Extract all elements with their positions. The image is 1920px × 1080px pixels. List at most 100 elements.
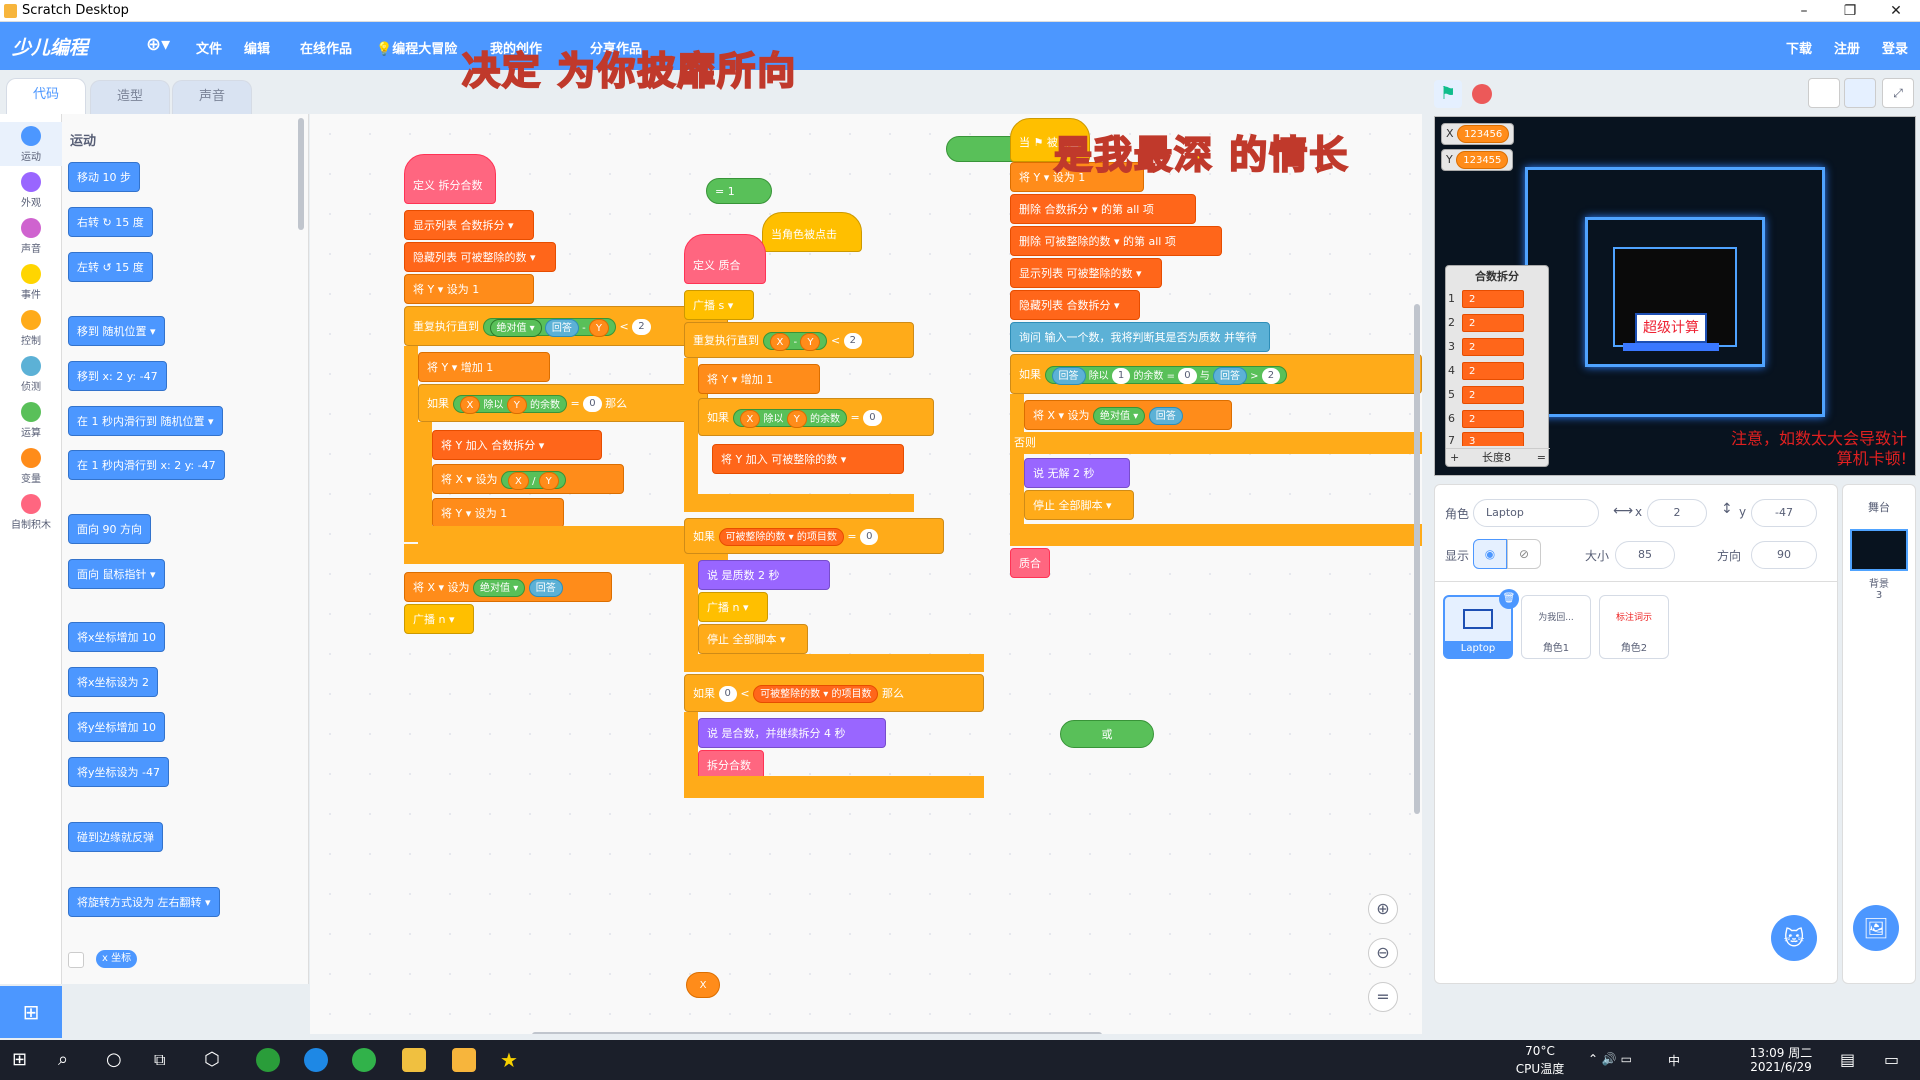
palette-block[interactable]: 移动 10 步 (68, 162, 140, 192)
hide-list-block[interactable]: 隐藏列表 可被整除的数 ▾ (404, 242, 556, 272)
answer-reporter[interactable]: 回答 (1212, 367, 1247, 385)
list-value[interactable]: 2 (1462, 338, 1524, 356)
tab-code[interactable]: 代码 (6, 78, 86, 114)
palette-block[interactable]: 左转 ↺ 15 度 (68, 252, 153, 282)
clock-time[interactable]: 13:09 周二 (1736, 1044, 1826, 1061)
if-block[interactable]: 如果 可被整除的数 ▾ 的项目数 = 0 (684, 518, 944, 554)
num-input[interactable]: 0 (860, 529, 879, 545)
abs-op[interactable]: 绝对值 ▾ 回答 - Y (482, 318, 616, 337)
palette-block[interactable]: 将x坐标增加 10 (68, 622, 166, 652)
minus-op[interactable]: X - Y (762, 332, 828, 351)
equals-op-loose[interactable]: = 1 (706, 178, 772, 204)
repeat-until-block[interactable]: 重复执行直到 绝对值 ▾ 回答 - Y < 2 (404, 306, 728, 346)
category-events[interactable]: 事件 (0, 260, 62, 304)
palette-block[interactable]: 将x坐标设为 2 (68, 667, 159, 697)
add-to-list-block[interactable]: 将 Y 加入 合数拆分 ▾ (432, 430, 602, 460)
tray-icons[interactable]: ⌃ 🔊 ▭ (1588, 1052, 1632, 1066)
palette-block[interactable]: 在 1 秒内滑行到 x: 2 y: -47 (68, 450, 225, 480)
y-monitor[interactable]: Y 123455 (1441, 149, 1514, 171)
clock-date[interactable]: 2021/6/29 (1736, 1060, 1826, 1074)
category-operators[interactable]: 运算 (0, 398, 62, 442)
num-input[interactable]: 2 (843, 333, 863, 349)
num-input[interactable]: 1 (1111, 368, 1131, 384)
tab-sounds[interactable]: 声音 (172, 80, 252, 114)
num-input[interactable]: 0 (1178, 368, 1197, 384)
show-eye-icon[interactable]: ◉ (1473, 539, 1507, 569)
palette-block[interactable]: 右转 ↻ 15 度 (68, 207, 153, 237)
workspace-h-scrollbar[interactable] (532, 1032, 1102, 1034)
num-input[interactable]: 2 (1261, 368, 1281, 384)
minimize-button[interactable]: – (1784, 0, 1824, 22)
when-sprite-clicked-block[interactable]: 当角色被点击 (762, 212, 862, 252)
if-block[interactable]: 如果 0 < 可被整除的数 ▾ 的项目数 那么 (684, 674, 984, 712)
palette-block[interactable]: 移到 随机位置 ▾ (68, 316, 165, 346)
list-value[interactable]: 2 (1462, 290, 1524, 308)
num-input[interactable]: 0 (583, 396, 602, 412)
define-block-prime[interactable]: 定义 质合 (684, 234, 766, 284)
task-view-icon[interactable]: ⧉ (154, 1048, 178, 1072)
broadcast-block[interactable]: 广播 n ▾ (404, 604, 474, 634)
define-block-split[interactable]: 定义 拆分合数 (404, 154, 496, 204)
stop-block[interactable]: 停止 全部脚本 ▾ (698, 624, 808, 654)
zoom-reset-button[interactable]: = (1368, 982, 1398, 1012)
login-link[interactable]: 登录 (1882, 38, 1908, 57)
palette-block[interactable]: 在 1 秒内滑行到 随机位置 ▾ (68, 406, 223, 436)
delete-item-block[interactable]: 删除 合数拆分 ▾ 的第 all 项 (1010, 194, 1196, 224)
add-backdrop-icon[interactable]: 🖼 (1853, 905, 1899, 951)
menu-adventure[interactable]: 💡编程大冒险 (376, 38, 457, 57)
var-x[interactable]: X (739, 410, 761, 428)
list-value[interactable]: 2 (1462, 362, 1524, 380)
list-value[interactable]: 3 (1462, 432, 1524, 446)
size-input[interactable]: 85 (1615, 541, 1675, 569)
palette-block[interactable]: 碰到边缘就反弹 (68, 822, 163, 852)
small-stage-button[interactable] (1808, 78, 1840, 108)
if-block[interactable]: 如果 X 除以 Y 的余数 = 0 (698, 398, 934, 436)
hide-eye-icon[interactable]: ⊘ (1507, 539, 1541, 569)
add-extension-button[interactable]: ⊞ (0, 986, 62, 1038)
say-block[interactable]: 说 是质数 2 秒 (698, 560, 830, 590)
abs-fn[interactable]: 绝对值 ▾ (1093, 407, 1146, 425)
app-logo[interactable]: 少儿编程 (12, 33, 88, 60)
ime-indicator[interactable]: 中 (1668, 1052, 1680, 1069)
abs-fn[interactable]: 绝对值 ▾ (473, 579, 526, 597)
sprite-thumb-2[interactable]: 标注词示 角色2 (1599, 595, 1669, 659)
y-input[interactable]: -47 (1751, 499, 1817, 527)
app-icon-2[interactable] (304, 1048, 328, 1072)
palette-block[interactable]: 移到 x: 2 y: -47 (68, 361, 167, 391)
stage-canvas[interactable]: 超级计算 X 123456 Y 123455 合数拆分 12 22 32 42 … (1434, 116, 1916, 476)
if-else-block[interactable]: 如果 回答 除以 1 的余数 = 0 与 回答 > 2 (1010, 354, 1422, 394)
category-sensing[interactable]: 侦测 (0, 352, 62, 396)
sprite-name-input[interactable]: Laptop (1473, 499, 1599, 527)
show-list-block[interactable]: 显示列表 可被整除的数 ▾ (1010, 258, 1162, 288)
broadcast-block[interactable]: 广播 s ▾ (684, 290, 754, 320)
answer-reporter[interactable]: 回答 (528, 579, 563, 597)
notification-icon[interactable]: ▤ (1840, 1048, 1864, 1072)
change-var-block[interactable]: 将 Y ▾ 增加 1 (418, 352, 550, 382)
list-monitor[interactable]: 合数拆分 12 22 32 42 52 62 73 + 长度8 = (1445, 265, 1550, 467)
palette-block[interactable]: 将旋转方式设为 左右翻转 ▾ (68, 887, 220, 917)
show-list-block[interactable]: 显示列表 合数拆分 ▾ (404, 210, 534, 240)
list-length-reporter[interactable]: 可被整除的数 ▾ 的项目数 (753, 685, 879, 703)
x-position-reporter[interactable]: x 坐标 (96, 950, 138, 968)
set-x-block[interactable]: 将 X ▾ 设为 绝对值 ▾ 回答 (1024, 400, 1232, 430)
set-var-block[interactable]: 将 Y ▾ 设为 1 (432, 498, 564, 528)
category-my-blocks[interactable]: 自制积木 (0, 490, 62, 534)
category-sound[interactable]: 声音 (0, 214, 62, 258)
var-x[interactable]: X (508, 472, 529, 490)
var-y[interactable]: Y (588, 319, 609, 337)
zoom-in-button[interactable]: ⊕ (1368, 894, 1398, 924)
sprite-thumb-1[interactable]: 为我回... 角色1 (1521, 595, 1591, 659)
and-op[interactable]: 回答 除以 1 的余数 = 0 与 回答 > 2 (1044, 366, 1288, 385)
file-explorer-icon[interactable] (402, 1048, 426, 1072)
set-x-block[interactable]: 将 X ▾ 设为 X / Y (432, 464, 624, 494)
call-prime-block[interactable]: 质合 (1010, 548, 1050, 578)
stop-block[interactable]: 停止 全部脚本 ▾ (1024, 490, 1134, 520)
delete-item-block[interactable]: 删除 可被整除的数 ▾ 的第 all 项 (1010, 226, 1222, 256)
zoom-out-button[interactable]: ⊖ (1368, 938, 1398, 968)
laptop-sprite[interactable]: 超级计算 (1635, 313, 1707, 343)
var-x[interactable]: X (459, 396, 481, 414)
broadcast-block[interactable]: 广播 n ▾ (698, 592, 768, 622)
normal-stage-button[interactable] (1844, 78, 1876, 108)
palette-scrollbar[interactable] (298, 118, 304, 230)
add-to-list-block[interactable]: 将 Y 加入 可被整除的数 ▾ (712, 444, 904, 474)
